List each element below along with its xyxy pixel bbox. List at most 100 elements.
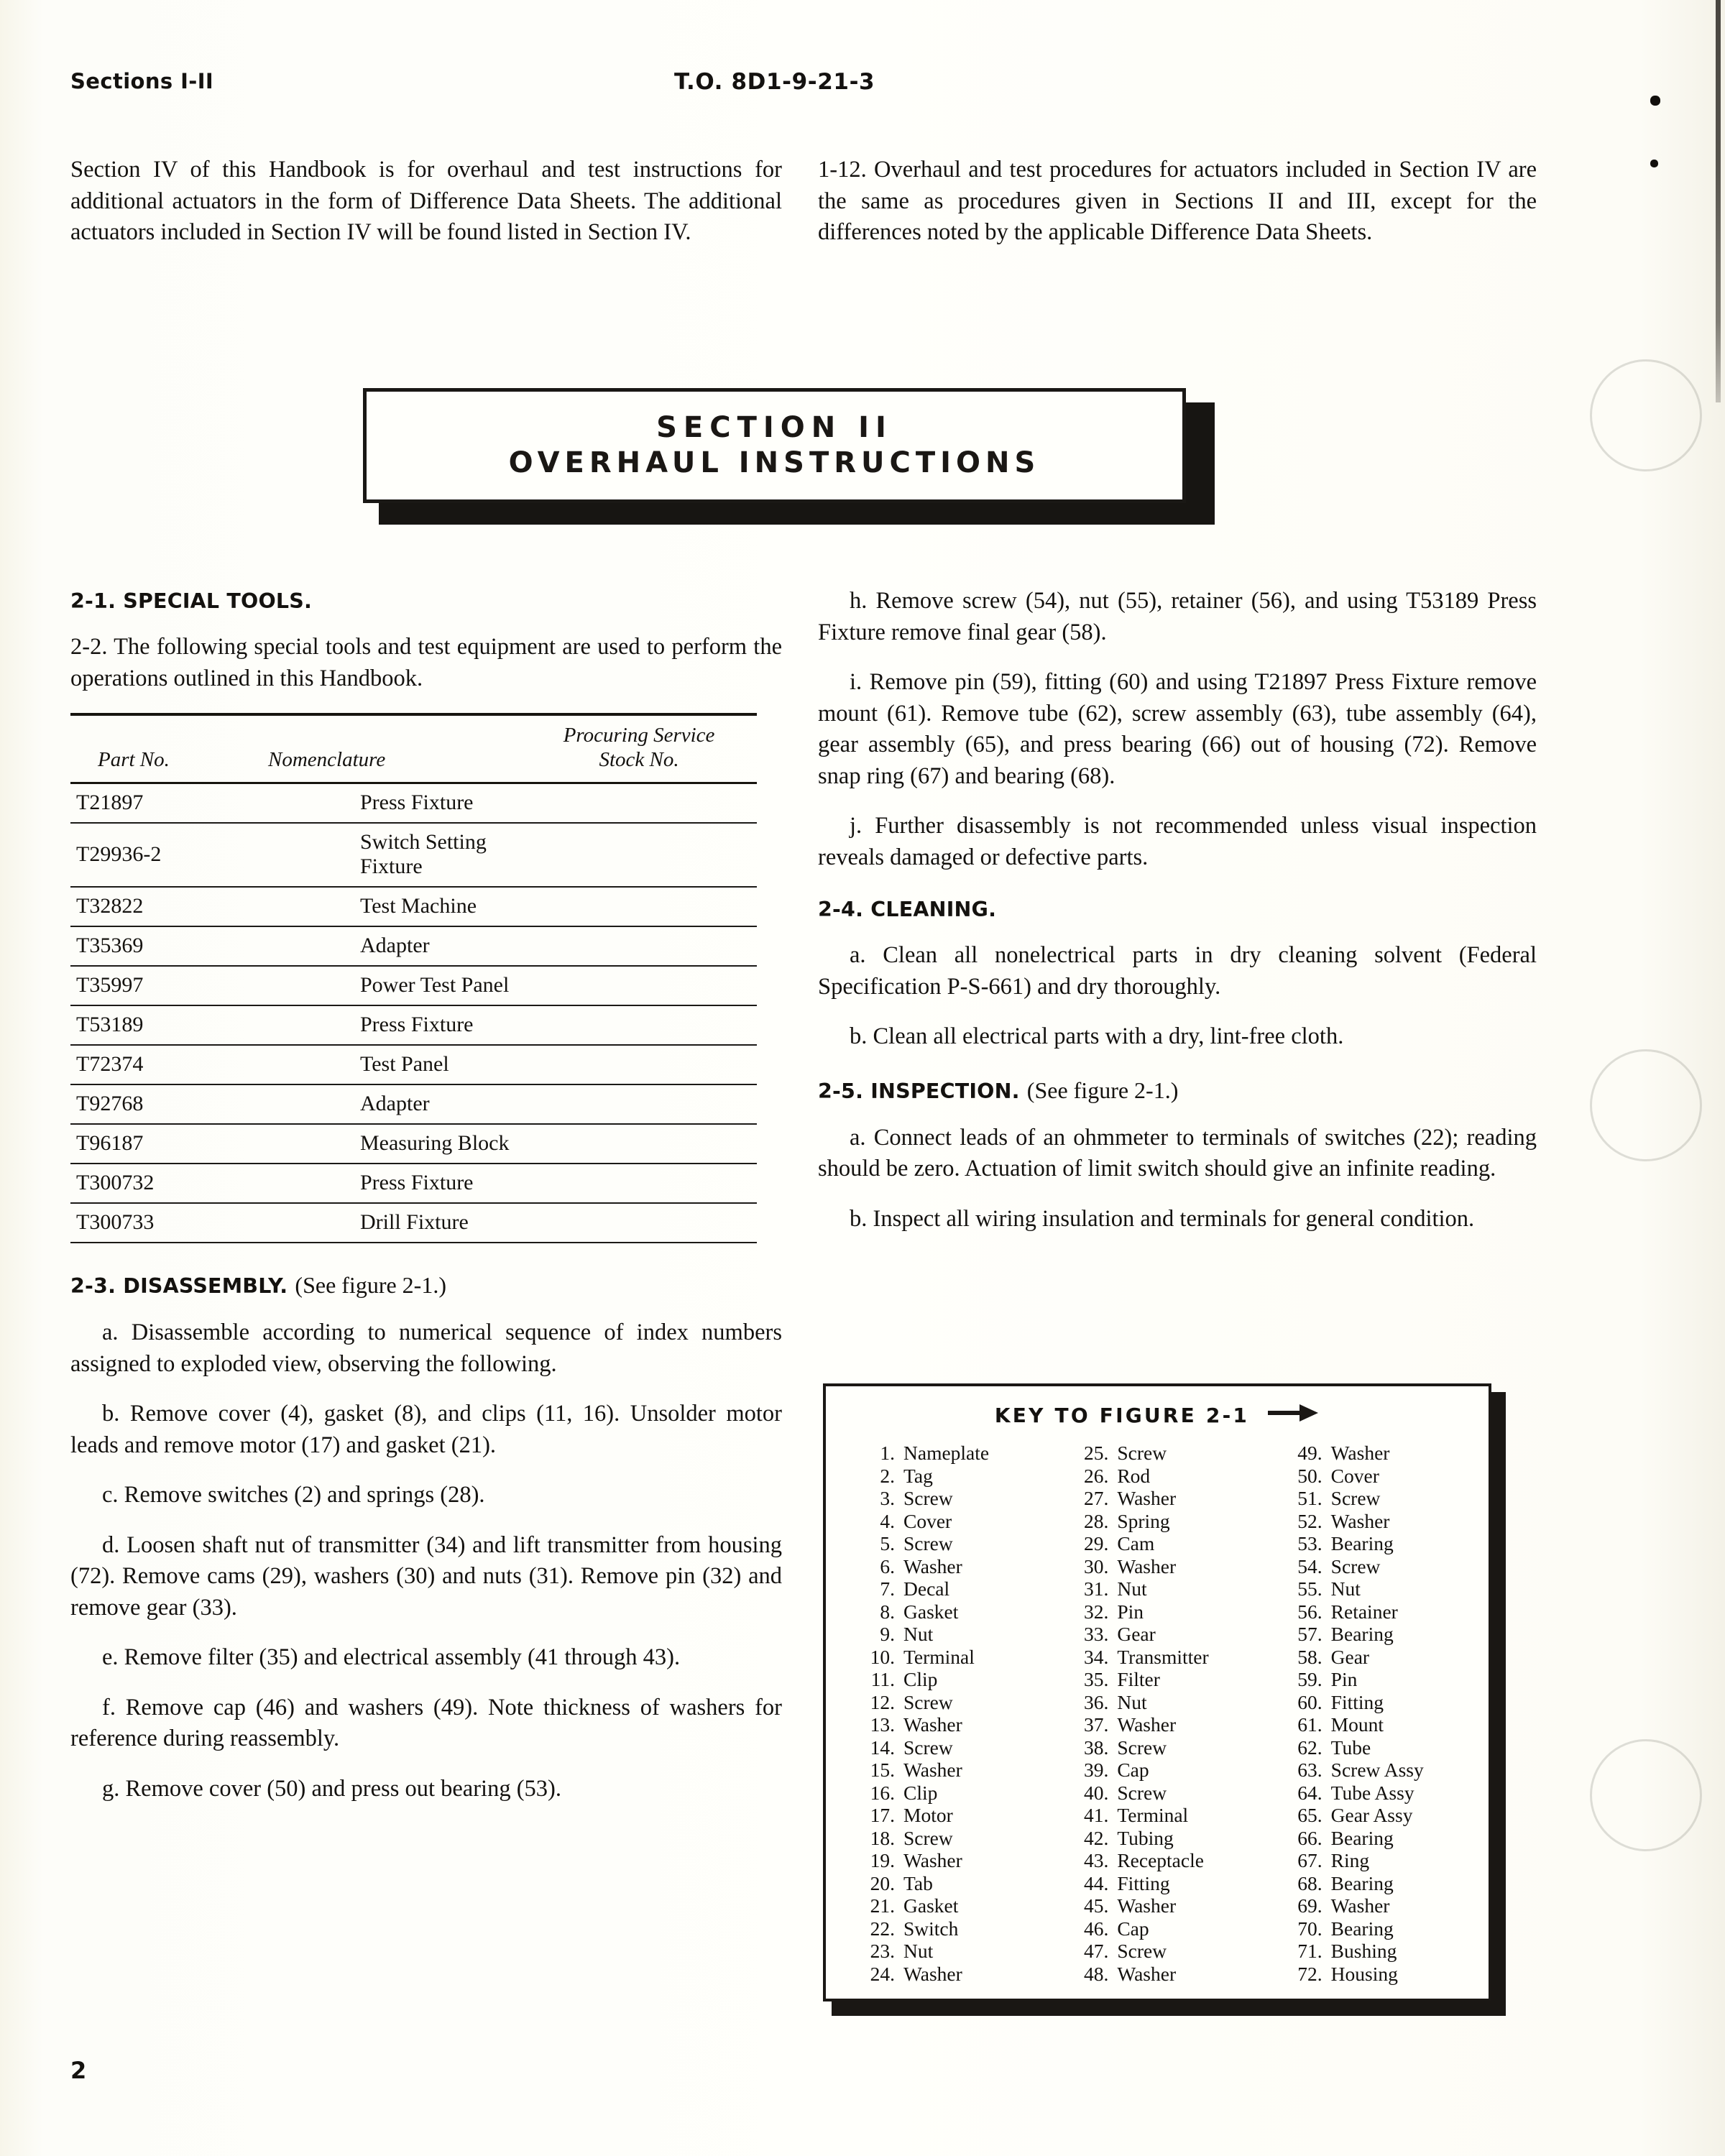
key-item-label: Washer — [903, 1962, 962, 1985]
running-head: Sections I-II T.O. 8D1-9-21-3 — [70, 69, 1639, 102]
key-item-label: Nut — [903, 1940, 934, 1962]
key-title-row: KEY TO FIGURE 2-1 — [826, 1402, 1489, 1429]
key-item-label: Washer — [1117, 1713, 1177, 1736]
key-item-number: 42. — [1083, 1826, 1109, 1849]
special-tools-table: Part No. Nomenclature Procuring Service … — [70, 711, 757, 1243]
key-item-label: Cap — [1117, 1759, 1149, 1781]
key-item-number: 32. — [1083, 1600, 1109, 1623]
key-item-label: Washer — [903, 1554, 962, 1577]
key-item-number: 34. — [1083, 1645, 1109, 1668]
key-item-number: 54. — [1297, 1554, 1322, 1577]
key-item: 26. Rod — [1064, 1465, 1256, 1488]
key-item: 22. Switch — [850, 1917, 1042, 1940]
key-item: 10. Terminal — [850, 1646, 1042, 1669]
key-item-label: Gear Assy — [1330, 1804, 1413, 1826]
key-item: 37. Washer — [1064, 1713, 1256, 1736]
cell-nomenclature: Press Fixture — [268, 783, 522, 824]
key-item-number: 29. — [1083, 1532, 1109, 1554]
key-item-number: 33. — [1083, 1623, 1109, 1645]
key-item-label: Cover — [1330, 1464, 1379, 1487]
cell-part-no: T35369 — [70, 926, 268, 967]
key-item-number: 11. — [870, 1668, 895, 1690]
table-row: T300733 Drill Fixture — [70, 1203, 757, 1243]
cell-part-no: T32822 — [70, 887, 268, 927]
key-item-label: Filter — [1117, 1668, 1160, 1690]
table-row: T35997 Power Test Panel — [70, 966, 757, 1006]
key-item-number: 14. — [870, 1736, 895, 1759]
key-item: 21. Gasket — [850, 1894, 1042, 1917]
key-item-number: 20. — [870, 1871, 895, 1894]
key-item-number: 56. — [1297, 1600, 1322, 1623]
key-item-number: 35. — [1083, 1668, 1109, 1690]
key-item: 30. Washer — [1064, 1555, 1256, 1578]
key-item-number: 71. — [1297, 1940, 1322, 1962]
key-item: 40. Screw — [1064, 1782, 1256, 1805]
key-item: 53. Bearing — [1278, 1532, 1470, 1555]
key-item-number: 10. — [870, 1645, 895, 1668]
key-item-number: 17. — [870, 1804, 895, 1826]
key-item-label: Pin — [1330, 1668, 1358, 1690]
key-item-number: 70. — [1297, 1917, 1322, 1940]
key-item: 15. Washer — [850, 1759, 1042, 1782]
key-item: 8. Gasket — [850, 1600, 1042, 1623]
key-item-number: 26. — [1083, 1464, 1109, 1487]
key-item-label: Housing — [1330, 1962, 1398, 1985]
table-row: T21897 Press Fixture — [70, 783, 757, 824]
key-item-number: 46. — [1083, 1917, 1109, 1940]
cell-part-no: T29936-2 — [70, 823, 268, 888]
key-item: 64. Tube Assy — [1278, 1782, 1470, 1805]
key-item-label: Washer — [1117, 1554, 1177, 1577]
stock-header-line1: Procuring Service — [563, 724, 715, 747]
right-arrow-icon — [1268, 1402, 1320, 1429]
table-row: T96187 Measuring Block — [70, 1124, 757, 1164]
cell-part-no: T96187 — [70, 1124, 268, 1164]
key-item: 61. Mount — [1278, 1713, 1470, 1736]
key-item: 45. Washer — [1064, 1894, 1256, 1917]
key-item-label: Bearing — [1330, 1532, 1394, 1554]
key-item-number: 39. — [1083, 1759, 1109, 1781]
key-item: 1. Nameplate — [850, 1442, 1042, 1465]
key-item: 20. Tab — [850, 1872, 1042, 1895]
key-item-number: 1. — [880, 1442, 895, 1464]
inspection-step: b. Inspect all wiring insulation and ter… — [850, 1205, 1475, 1232]
key-item-number: 51. — [1297, 1487, 1322, 1509]
key-item: 52. Washer — [1278, 1510, 1470, 1533]
paragraph-1-12: 1-12. Overhaul and test procedures for a… — [818, 157, 1537, 245]
key-item-number: 55. — [1297, 1577, 1322, 1600]
key-item: 2. Tag — [850, 1465, 1042, 1488]
key-item-label: Transmitter — [1117, 1645, 1209, 1668]
tools-table-header-row: Part No. Nomenclature Procuring Service … — [70, 714, 757, 784]
top-left-column: Section IV of this Handbook is for overh… — [70, 155, 782, 291]
cell-stock-no — [521, 1084, 757, 1125]
key-item-number: 15. — [870, 1759, 895, 1781]
key-item-label: Tube — [1330, 1736, 1371, 1759]
key-item-label: Screw — [1117, 1442, 1167, 1464]
key-item-number: 37. — [1083, 1713, 1109, 1736]
tools-table-body: T21897 Press Fixture T29936-2 Switch Settin… — [70, 783, 757, 1243]
key-item-number: 47. — [1083, 1940, 1109, 1962]
cell-part-no: T21897 — [70, 783, 268, 824]
key-item-number: 4. — [880, 1509, 895, 1532]
key-item: 44. Fitting — [1064, 1872, 1256, 1895]
key-item-label: Ring — [1330, 1849, 1370, 1871]
key-item-number: 38. — [1083, 1736, 1109, 1759]
cell-nomenclature: Adapter — [268, 1084, 522, 1125]
key-item-label: Bushing — [1330, 1940, 1397, 1962]
table-row: T72374 Test Panel — [70, 1045, 757, 1085]
cell-stock-no — [521, 1164, 757, 1204]
key-item: 19. Washer — [850, 1849, 1042, 1872]
key-item-label: Screw — [1117, 1781, 1167, 1804]
cell-stock-no — [521, 926, 757, 967]
key-item-label: Screw — [1117, 1940, 1167, 1962]
heading-cleaning: 2-4. CLEANING. — [818, 898, 997, 921]
key-item-label: Motor — [903, 1804, 953, 1826]
key-item-number: 2. — [880, 1464, 895, 1487]
cell-part-no: T92768 — [70, 1084, 268, 1125]
key-item-number: 57. — [1297, 1623, 1322, 1645]
heading-special-tools: 2-1. SPECIAL TOOLS. — [70, 589, 312, 613]
key-item: 62. Tube — [1278, 1736, 1470, 1759]
main-right-column: h. Remove screw (54), nut (55), retainer… — [818, 586, 1537, 1235]
key-item-number: 50. — [1297, 1464, 1322, 1487]
key-item-number: 41. — [1083, 1804, 1109, 1826]
disassembly-step: g. Remove cover (50) and press out beari… — [102, 1775, 561, 1802]
